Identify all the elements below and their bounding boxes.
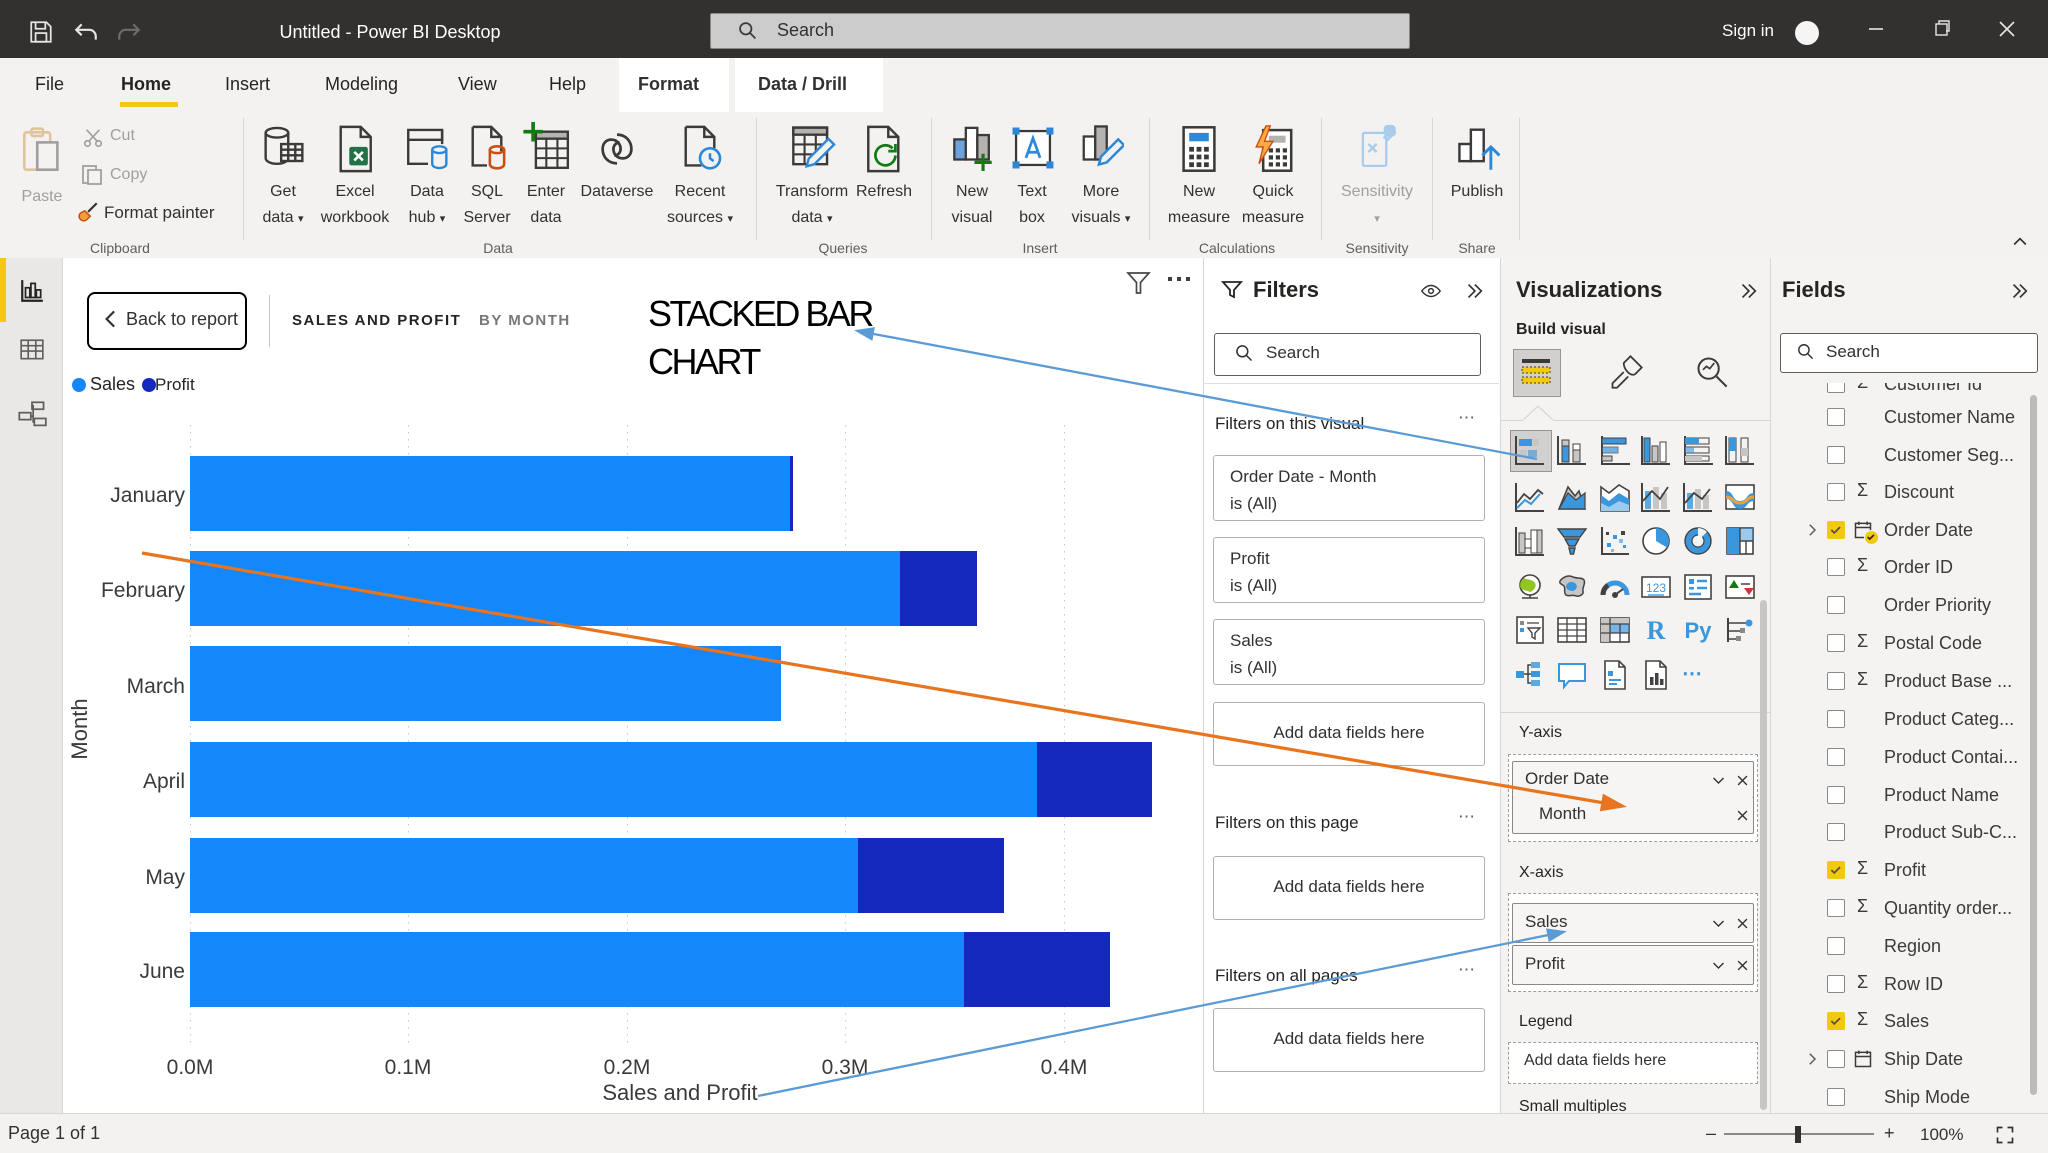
svg-text:123: 123 <box>1646 581 1666 595</box>
svg-text:R: R <box>1647 616 1666 645</box>
svg-text:Py: Py <box>1685 618 1713 643</box>
